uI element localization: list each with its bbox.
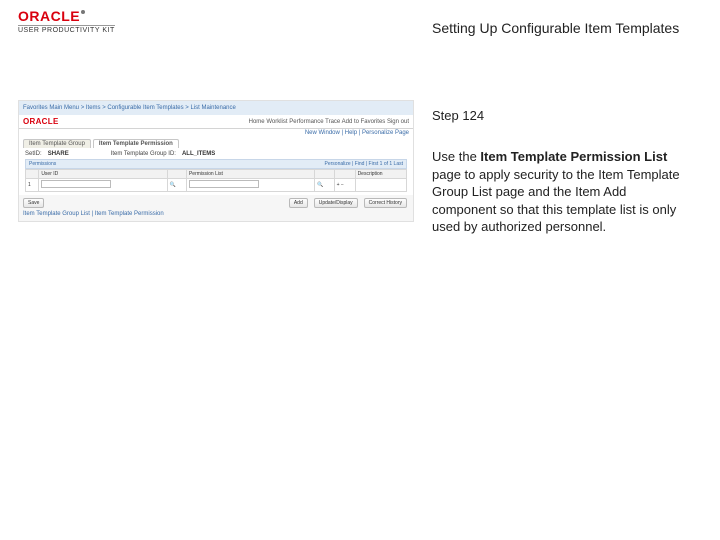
mini-tab-permission: Item Template Permission — [93, 139, 179, 148]
mini-col-2 — [167, 170, 186, 179]
mini-logo-row: ORACLE Home Worklist Performance Trace A… — [19, 115, 413, 129]
instruction-paragraph: Use the Item Template Permission List pa… — [432, 148, 684, 236]
mini-group-label: Item Template Group ID: — [111, 151, 176, 157]
mini-link-favorites: Add to Favorites — [342, 119, 386, 125]
mini-grid-header: Permissions Personalize | Find | First 1… — [25, 159, 407, 169]
mini-input-userid — [41, 180, 111, 188]
embedded-screenshot: Favorites Main Menu > Items > Configurab… — [18, 100, 414, 222]
mini-correct-button: Correct History — [364, 198, 407, 208]
table-row: 1 🔍 🔍 + − — [26, 179, 407, 192]
step-label: Step 124 — [432, 108, 484, 123]
mini-footer-links: Item Template Group List | Item Template… — [19, 211, 413, 219]
mini-oracle-wordmark: ORACLE — [23, 117, 59, 126]
mini-setid-label: SetID: — [25, 151, 42, 157]
mini-col-4 — [315, 170, 334, 179]
mini-link-home: Home — [249, 119, 265, 125]
mini-link-signout: Sign out — [387, 119, 409, 125]
logo-dot-icon — [81, 10, 85, 14]
mini-row-addremove: + − — [334, 179, 355, 192]
mini-col-0 — [26, 170, 39, 179]
mini-col-userid: User ID — [39, 170, 167, 179]
mini-tabs: Item Template Group Item Template Permis… — [19, 137, 413, 148]
mini-col-desc: Description — [355, 170, 406, 179]
mini-body: SetID: SHARE Item Template Group ID: ALL… — [19, 148, 413, 195]
mini-topbar: Favorites Main Menu > Items > Configurab… — [19, 101, 413, 115]
mini-setid-field: SetID: SHARE Item Template Group ID: ALL… — [25, 151, 407, 157]
mini-link-worklist: Worklist — [266, 119, 287, 125]
mini-link-perftrace: Performance Trace — [289, 119, 340, 125]
mini-input-permlist — [189, 180, 259, 188]
product-kit-label: USER PRODUCTIVITY KIT — [18, 25, 115, 34]
mini-setid-value: SHARE — [48, 151, 69, 157]
mini-row-desc — [355, 179, 406, 192]
mini-permission-table: User ID Permission List Description 1 🔍 … — [25, 169, 407, 192]
mini-group-value: ALL_ITEMS — [182, 151, 215, 157]
mini-row-lookup1: 🔍 — [167, 179, 186, 192]
mini-add-button: Add — [289, 198, 308, 208]
mini-breadcrumb-primary: Favorites Main Menu > Items > Configurab… — [23, 105, 236, 111]
mini-row-lookup2: 🔍 — [315, 179, 334, 192]
page-title: Setting Up Configurable Item Templates — [432, 20, 679, 36]
oracle-wordmark: ORACLE — [18, 8, 80, 24]
brand-logo: ORACLE USER PRODUCTIVITY KIT — [18, 8, 115, 34]
mini-row-seq: 1 — [26, 179, 39, 192]
mini-tab-group: Item Template Group — [23, 139, 91, 148]
mini-window-links: New Window | Help | Personalize Page — [19, 129, 413, 137]
mini-global-links: Home Worklist Performance Trace Add to F… — [249, 119, 409, 125]
mini-grid-title: Permissions — [29, 161, 56, 167]
mini-action-row: Save Add Update/Display Correct History — [19, 195, 413, 211]
mini-col-5 — [334, 170, 355, 179]
mini-row-permlist — [186, 179, 314, 192]
mini-grid-tools: Personalize | Find | First 1 of 1 Last — [325, 161, 403, 167]
mini-row-userid — [39, 179, 167, 192]
mini-update-button: Update/Display — [314, 198, 358, 208]
para-bold: Item Template Permission List — [480, 149, 667, 164]
mini-col-permlist: Permission List — [186, 170, 314, 179]
para-lead: Use the — [432, 149, 480, 164]
para-rest: page to apply security to the Item Templ… — [432, 167, 680, 235]
mini-save-button: Save — [23, 198, 44, 208]
